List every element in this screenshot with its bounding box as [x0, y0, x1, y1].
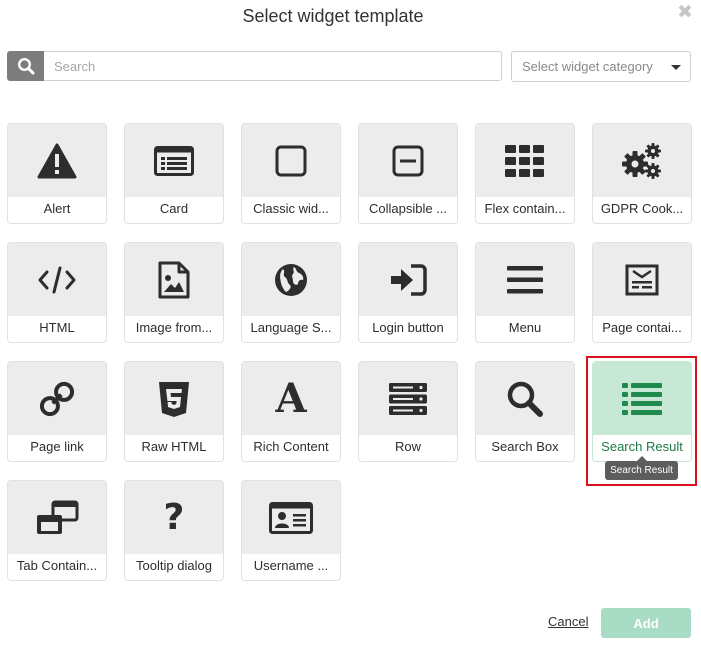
widget-tile-label: Flex contain...	[484, 201, 566, 216]
widget-tile-label: Card	[159, 201, 189, 216]
widget-tile-search-box[interactable]: Search Box	[475, 361, 575, 462]
grid-icon	[476, 124, 574, 197]
widget-tile-label: Rich Content	[253, 439, 329, 454]
sign-in-icon	[359, 243, 457, 316]
widget-tile-label: Page contai...	[602, 320, 682, 335]
cancel-button[interactable]: Cancel	[548, 614, 588, 629]
widget-tile-language-selector[interactable]: Language S...	[241, 242, 341, 343]
widget-tile-tooltip-dialog[interactable]: ? Tooltip dialog	[124, 480, 224, 581]
tooltip: Search Result	[605, 456, 678, 480]
widget-tile-menu[interactable]: Menu	[475, 242, 575, 343]
widget-tile-label: Raw HTML	[141, 439, 207, 454]
widget-tile-label: Language S...	[250, 320, 332, 335]
windows-icon	[8, 481, 106, 554]
code-icon	[8, 243, 106, 316]
widget-tile-card[interactable]: Card	[124, 123, 224, 224]
widget-tile-login-button[interactable]: Login button	[358, 242, 458, 343]
alert-icon	[8, 124, 106, 197]
search-icon	[17, 57, 34, 75]
widget-tile-gdpr-cookie[interactable]: GDPR Cook...	[592, 123, 692, 224]
widget-tile-label: Login button	[372, 320, 444, 335]
menu-icon	[476, 243, 574, 316]
widget-tile-collapsible[interactable]: Collapsible ...	[358, 123, 458, 224]
widget-tile-page-link[interactable]: Page link	[7, 361, 107, 462]
search-button[interactable]	[7, 51, 44, 81]
widget-tile-html[interactable]: HTML	[7, 242, 107, 343]
widget-tile-classic-widget[interactable]: Classic wid...	[241, 123, 341, 224]
card-icon	[125, 124, 223, 197]
newspaper-icon	[593, 243, 691, 316]
widget-tile-row[interactable]: Row	[358, 361, 458, 462]
widget-tile-label: HTML	[39, 320, 75, 335]
widget-tile-label: Tab Contain...	[16, 558, 98, 573]
square-icon	[242, 124, 340, 197]
font-icon: A	[242, 362, 340, 435]
close-icon[interactable]: ✖	[676, 3, 694, 23]
collapse-icon	[359, 124, 457, 197]
widget-tile-label: Tooltip dialog	[136, 558, 212, 573]
search-bar	[7, 51, 502, 81]
widget-tile-label: Classic wid...	[253, 201, 329, 216]
widget-tile-username[interactable]: Username ...	[241, 480, 341, 581]
id-card-icon	[242, 481, 340, 554]
link-icon	[8, 362, 106, 435]
widget-tile-label: Menu	[508, 320, 542, 335]
image-file-icon	[125, 243, 223, 316]
question-icon: ?	[125, 481, 223, 554]
widget-tile-label: Username ...	[253, 558, 329, 573]
widget-tile-label: GDPR Cook...	[600, 201, 684, 216]
add-button[interactable]: Add	[601, 608, 691, 638]
widget-tile-flex-container[interactable]: Flex contain...	[475, 123, 575, 224]
widget-tile-label: Search Box	[491, 439, 559, 454]
widget-tile-label: Alert	[43, 201, 71, 216]
widget-tile-label: Row	[394, 439, 421, 454]
chevron-down-icon	[671, 65, 681, 70]
server-icon	[359, 362, 457, 435]
html5-icon	[125, 362, 223, 435]
widget-tile-image-from[interactable]: Image from...	[124, 242, 224, 343]
widget-tile-alert[interactable]: Alert	[7, 123, 107, 224]
search-input[interactable]	[44, 51, 502, 81]
globe-icon	[242, 243, 340, 316]
widget-tile-rich-content[interactable]: A Rich Content	[241, 361, 341, 462]
gears-icon	[593, 124, 691, 197]
widget-tile-label: Page link	[30, 439, 84, 454]
search-icon	[476, 362, 574, 435]
dialog-title: Select widget template	[242, 6, 424, 26]
widget-tile-label: Image from...	[135, 320, 213, 335]
widget-tile-tab-container[interactable]: Tab Contain...	[7, 480, 107, 581]
widget-category-value: Select widget category	[522, 59, 653, 74]
widget-category-select[interactable]: Select widget category	[511, 51, 691, 82]
widget-tile-label: Collapsible ...	[368, 201, 448, 216]
widget-tile-page-container[interactable]: Page contai...	[592, 242, 692, 343]
widget-tile-raw-html[interactable]: Raw HTML	[124, 361, 224, 462]
